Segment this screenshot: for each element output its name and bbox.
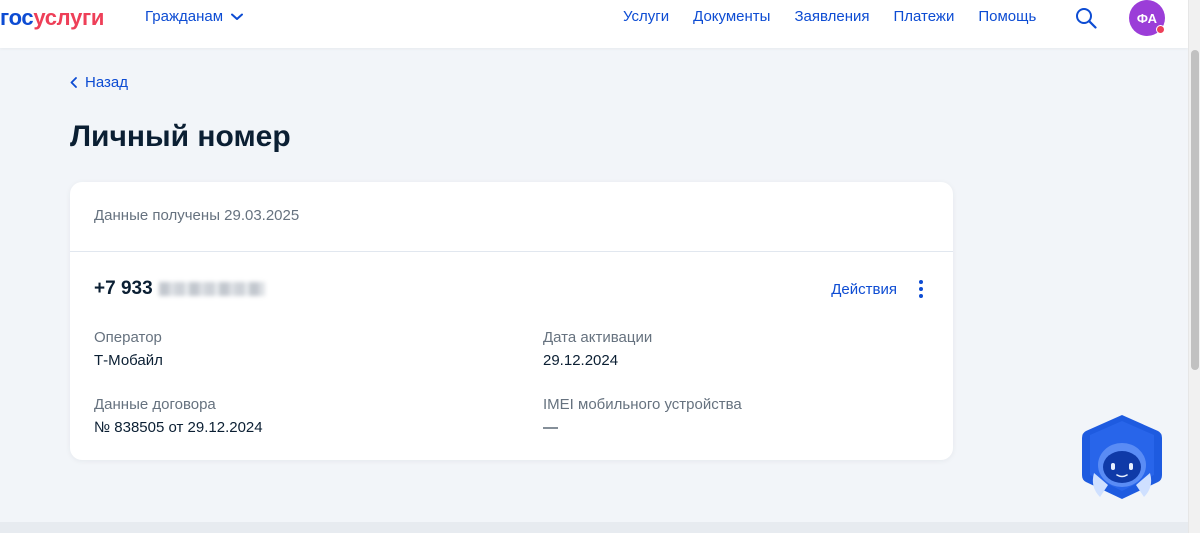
chevron-down-icon: [231, 13, 244, 20]
phone-blurred-digits: [158, 282, 265, 296]
page-scrollbar[interactable]: [1188, 0, 1200, 533]
imei-value: —: [543, 419, 558, 436]
scrollbar-thumb[interactable]: [1191, 50, 1199, 370]
imei-field: IMEI мобильного устройства —: [543, 396, 742, 436]
audience-dropdown[interactable]: Гражданам: [145, 8, 244, 25]
activation-date-field: Дата активации 29.12.2024: [543, 329, 652, 369]
nav-item-documents[interactable]: Документы: [693, 8, 770, 25]
nav-item-help[interactable]: Помощь: [978, 8, 1036, 25]
operator-field: Оператор Т-Мобайл: [94, 329, 163, 369]
activation-date-value: 29.12.2024: [543, 352, 619, 369]
nav-item-services[interactable]: Услуги: [623, 8, 669, 25]
phone-number: +7 933: [94, 278, 265, 300]
actions-button[interactable]: Действия: [831, 280, 929, 298]
phone-row: +7 933 Действия: [94, 278, 929, 300]
user-avatar[interactable]: ФА: [1129, 0, 1165, 36]
imei-label: IMEI мобильного устройства: [543, 396, 742, 413]
operator-value: Т-Мобайл: [94, 352, 163, 369]
back-link[interactable]: Назад: [70, 74, 128, 91]
robot-assistant-icon[interactable]: [1080, 413, 1164, 503]
notification-dot: [1156, 25, 1165, 34]
activation-date-label: Дата активации: [543, 329, 653, 346]
personal-number-card: Данные получены 29.03.2025 +7 933 Действ…: [70, 182, 953, 460]
contract-field: Данные договора № 838505 от 29.12.2024: [94, 396, 263, 436]
audience-label: Гражданам: [145, 8, 224, 25]
top-header: госуслуги Гражданам Услуги Документы Зая…: [0, 0, 1188, 48]
logo-part-gos: гос: [0, 5, 34, 30]
search-icon[interactable]: [1075, 7, 1097, 29]
footer-strip: [0, 522, 1188, 533]
avatar-initials: ФА: [1136, 10, 1158, 26]
phone-prefix: +7 933: [94, 278, 153, 299]
nav-item-applications[interactable]: Заявления: [794, 8, 869, 25]
back-label: Назад: [85, 74, 128, 91]
actions-label: Действия: [831, 280, 897, 298]
data-received-line: Данные получены 29.03.2025: [70, 182, 953, 252]
main-nav: Услуги Документы Заявления Платежи Помощ…: [623, 8, 1036, 25]
page-title: Личный номер: [70, 120, 291, 153]
more-vertical-icon: [913, 280, 929, 298]
contract-label: Данные договора: [94, 396, 216, 413]
logo-part-uslugi: услуги: [33, 5, 105, 30]
contract-value: № 838505 от 29.12.2024: [94, 419, 263, 436]
gosuslugi-logo[interactable]: госуслуги: [0, 5, 104, 31]
operator-label: Оператор: [94, 329, 162, 346]
nav-item-payments[interactable]: Платежи: [894, 8, 955, 25]
chevron-left-icon: [70, 77, 77, 88]
